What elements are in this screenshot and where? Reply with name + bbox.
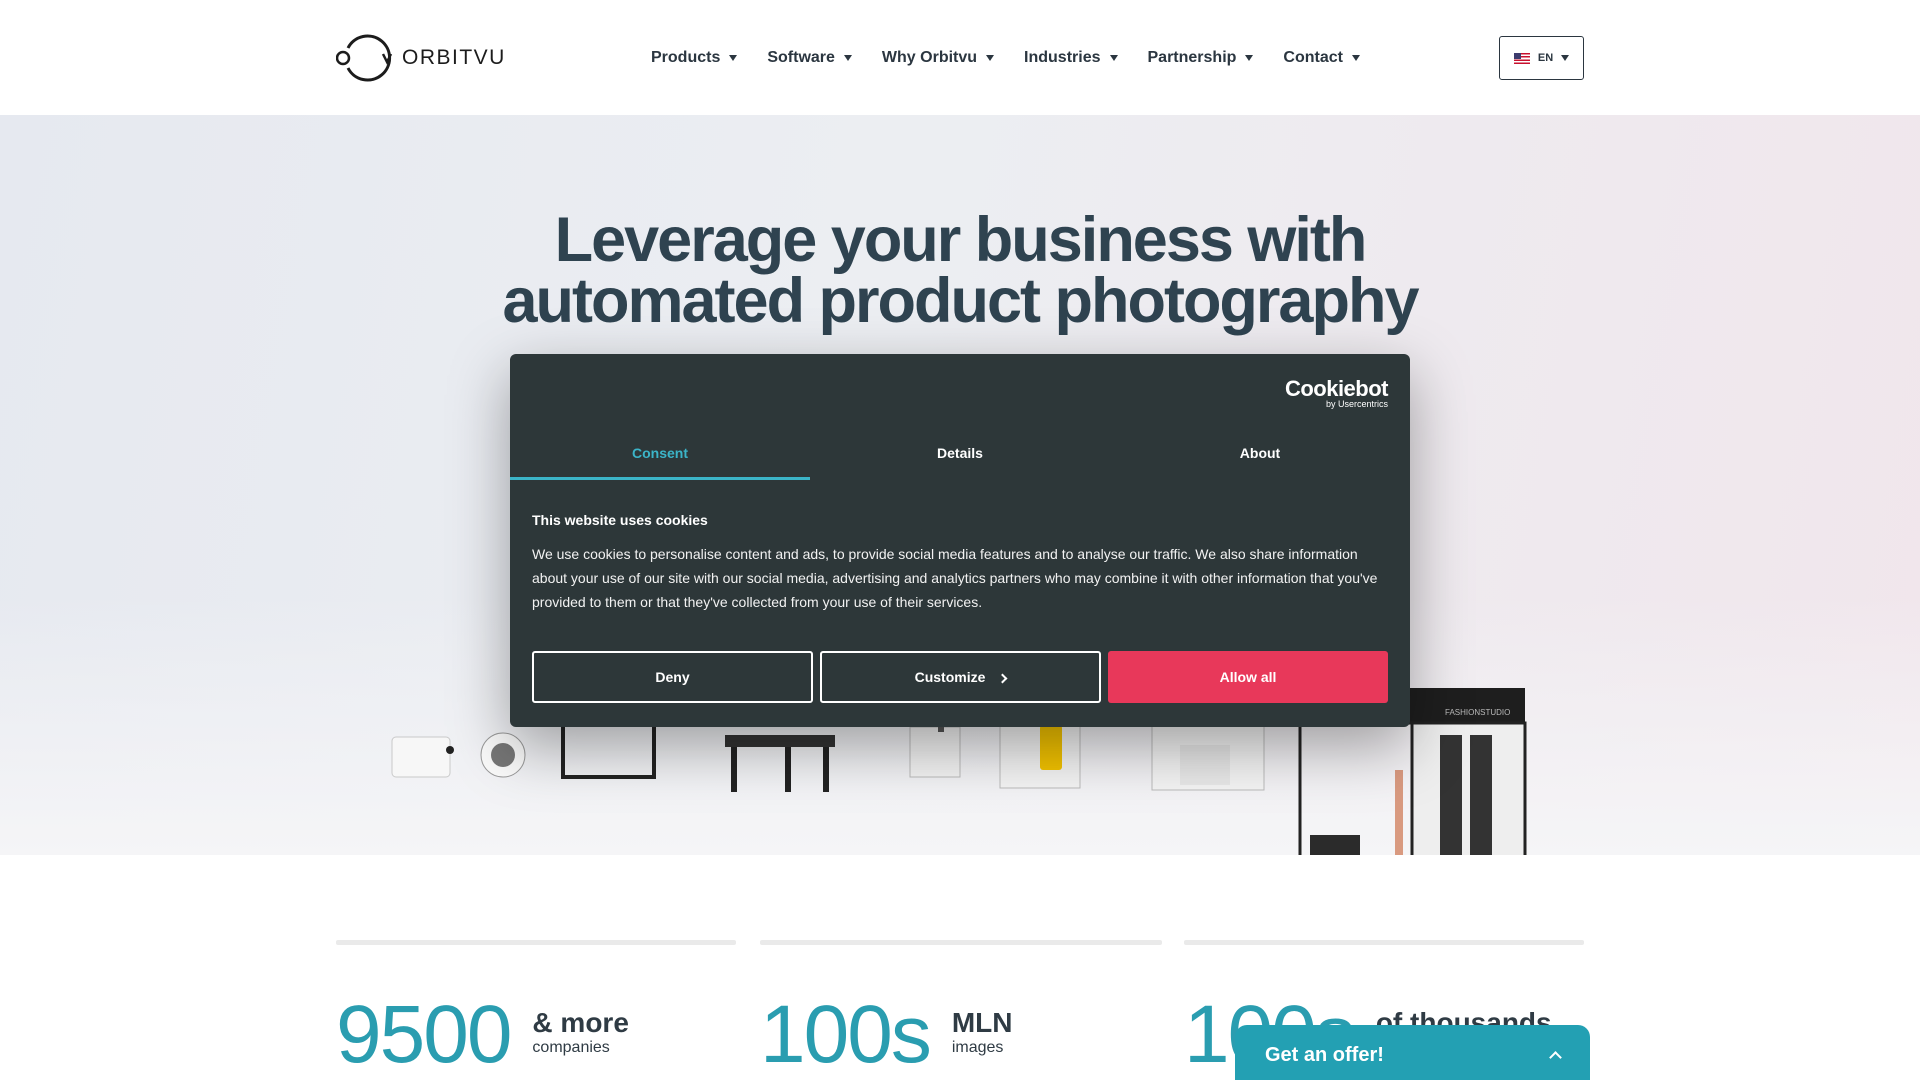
nav-partnership[interactable]: Partnership	[1148, 49, 1254, 67]
stat-labels: & more companies	[532, 995, 628, 1057]
cookie-title: This website uses cookies	[532, 512, 708, 528]
product-alphashot-column	[999, 719, 1081, 789]
site-header: ORBITVU Products Software Why Orbitvu In…	[0, 0, 1920, 115]
tab-consent[interactable]: Consent	[510, 430, 810, 480]
product-white-studio	[1151, 719, 1265, 791]
stat-divider	[1184, 940, 1584, 945]
caret-down-icon	[1245, 55, 1254, 61]
nav-label: Partnership	[1147, 49, 1237, 66]
stat-label-main: MLN	[951, 1007, 1013, 1038]
get-offer-widget[interactable]: Get an offer!	[1235, 1025, 1590, 1080]
product-white-stand	[909, 720, 961, 778]
caret-down-icon	[1351, 55, 1360, 61]
nav-label: Contact	[1283, 49, 1343, 66]
tab-details[interactable]: Details	[810, 430, 1110, 480]
nav-software[interactable]: Software	[767, 49, 852, 67]
stat-images: 100s MLN images	[760, 989, 1013, 1080]
stat-divider	[336, 940, 736, 945]
offer-label: Get an offer!	[1265, 1043, 1384, 1066]
orbitvu-logo[interactable]: ORBITVU	[336, 32, 506, 84]
stat-label-sub: companies	[532, 1039, 610, 1056]
nav-label: Industries	[1024, 49, 1101, 66]
stat-divider	[760, 940, 1162, 945]
nav-label: Software	[767, 49, 835, 66]
cookiebot-logo: Cookiebot by Usercentrics	[1285, 376, 1389, 409]
us-flag-icon	[1513, 52, 1530, 64]
caret-down-icon	[1109, 55, 1118, 61]
nav-contact[interactable]: Contact	[1283, 49, 1360, 67]
allow-all-label: Allow all	[1219, 669, 1277, 685]
product-black-table-1	[561, 727, 656, 779]
logo-text: ORBITVU	[402, 46, 506, 69]
chevron-up-icon[interactable]	[1549, 1051, 1562, 1064]
stat-number: 9500	[336, 989, 512, 1080]
allow-all-button[interactable]: Allow all	[1108, 651, 1388, 703]
caret-down-icon	[986, 55, 995, 61]
stat-label-sub: images	[951, 1039, 1004, 1056]
caret-down-icon	[843, 55, 852, 61]
caret-down-icon	[1561, 55, 1570, 61]
stat-label-main: & more	[532, 1007, 629, 1038]
main-nav: Products Software Why Orbitvu Industries…	[651, 49, 1360, 67]
cookie-description: We use cookies to personalise content an…	[532, 546, 1378, 610]
orbitvu-logo-icon	[336, 34, 393, 82]
product-round-device	[480, 732, 526, 778]
language-selector[interactable]: EN	[1499, 36, 1584, 80]
nav-industries[interactable]: Industries	[1024, 49, 1118, 67]
customize-button[interactable]: Customize	[820, 651, 1101, 703]
cookie-consent-dialog: Cookiebot by Usercentrics Consent Detail…	[510, 354, 1410, 727]
fashionstudio-label: FASHIONSTUDIO	[1445, 708, 1510, 717]
product-black-table-2	[725, 735, 835, 792]
deny-button[interactable]: Deny	[532, 651, 813, 703]
product-compact-device	[391, 736, 454, 778]
cookie-tabs: Consent Details About	[510, 430, 1410, 480]
caret-down-icon	[729, 55, 738, 61]
stat-labels: MLN images	[952, 995, 1013, 1057]
nav-products[interactable]: Products	[651, 49, 738, 67]
deny-label: Deny	[655, 669, 690, 685]
nav-label: Why Orbitvu	[881, 49, 978, 66]
nav-label: Products	[651, 49, 721, 66]
language-label: EN	[1537, 52, 1554, 64]
stat-number: 100s	[760, 989, 932, 1080]
chevron-right-icon	[997, 673, 1008, 683]
stat-companies: 9500 & more companies	[336, 989, 629, 1080]
tab-about[interactable]: About	[1110, 430, 1410, 480]
customize-label: Customize	[914, 669, 986, 685]
nav-why-orbitvu[interactable]: Why Orbitvu	[881, 49, 995, 67]
